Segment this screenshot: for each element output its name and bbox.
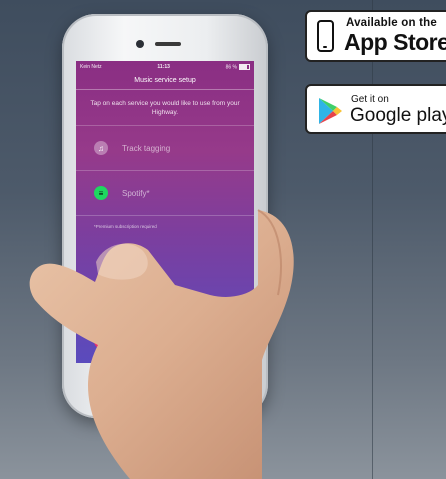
google-play-small-text: Get it on xyxy=(351,94,389,105)
google-play-label: Google play xyxy=(350,105,446,126)
hand xyxy=(29,209,294,479)
phone-icon xyxy=(317,20,334,52)
app-store-label: App Store xyxy=(344,29,446,55)
google-play-icon xyxy=(319,98,342,124)
app-store-small-text: Available on the xyxy=(346,17,437,29)
app-store-badge[interactable]: Available on the App Store xyxy=(305,10,446,62)
google-play-badge[interactable]: Get it on Google play xyxy=(305,84,446,134)
